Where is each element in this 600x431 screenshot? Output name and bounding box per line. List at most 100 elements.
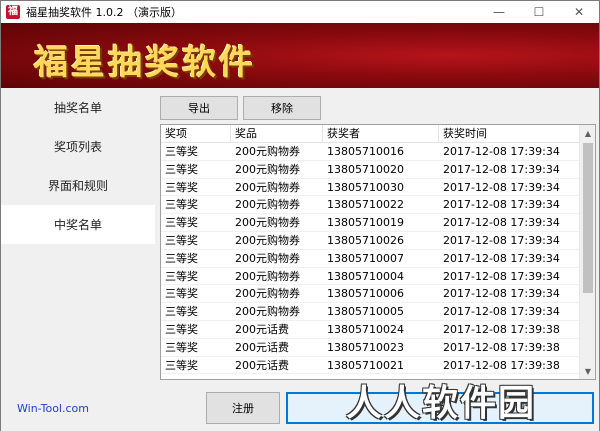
table-cell: 13805710016 (327, 145, 404, 158)
sidebar-item-label: 界面和规则 (47, 179, 108, 193)
sidebar-item-prize-list[interactable]: 奖项列表 (1, 127, 155, 166)
watermark: 人人软件园 (346, 383, 537, 424)
table-row[interactable]: 三等奖 200元购物券 13805710019 2017-12-08 17:39:34 (161, 214, 581, 232)
table-row[interactable]: 三等奖 200元购物券 13805710005 2017-12-08 17:39:34 (161, 303, 581, 321)
window-title: 福星抽奖软件 1.0.2 （演示版） (26, 6, 182, 19)
brand-link[interactable]: Win-Tool.com (17, 402, 89, 415)
table-cell: 13805710022 (327, 198, 404, 212)
table-cell: 三等奖 (165, 322, 198, 336)
table-cell: 2017-12-08 17:39:34 (443, 198, 560, 212)
table-cell: 三等奖 (165, 198, 198, 212)
sidebar-item-label: 奖项列表 (53, 140, 102, 154)
table-row[interactable]: 三等奖 200元购物券 13805710006 2017-12-08 17:39:34 (161, 285, 581, 304)
register-button[interactable]: 注册 (206, 392, 280, 424)
table-cell: 三等奖 (165, 287, 198, 301)
table-cell: 200元购物券 (235, 233, 300, 247)
winners-table[interactable]: 奖项 奖品 获奖者 获奖时间 三等奖 200元购物券 13805710016 2017… (160, 124, 596, 380)
sidebar: 抽奖名单 奖项列表 界面和规则 中奖名单 (1, 88, 155, 385)
table-cell: 200元购物券 (235, 251, 300, 265)
column-header-winner[interactable]: 获奖者 (323, 125, 439, 143)
table-cell: 三等奖 (165, 269, 198, 283)
app-icon: 福 (6, 5, 20, 19)
table-row[interactable]: 三等奖 200元购物券 13805710030 2017-12-08 17:39:34 (161, 179, 581, 197)
banner-title: 福星抽奖软件 (34, 43, 256, 83)
scroll-up-icon[interactable]: ▲ (580, 125, 595, 141)
table-cell: 2017-12-08 17:39:34 (443, 216, 560, 230)
title-bar[interactable]: 福 福星抽奖软件 1.0.2 （演示版） — ☐ ✕ (1, 1, 599, 23)
sidebar-item-label: 抽奖名单 (53, 101, 102, 115)
table-cell: 200元购物券 (235, 145, 300, 158)
table-header: 奖项 奖品 获奖者 获奖时间 (161, 125, 581, 143)
table-cell: 三等奖 (165, 233, 198, 247)
scroll-down-icon[interactable]: ▼ (580, 363, 595, 379)
table-cell: 2017-12-08 17:39:34 (443, 180, 560, 194)
table-cell: 13805710019 (327, 216, 404, 230)
scroll-thumb[interactable] (583, 143, 593, 293)
table-cell: 三等奖 (165, 251, 198, 265)
banner: 福星抽奖软件 (1, 23, 599, 88)
table-body: 三等奖 200元购物券 13805710016 2017-12-08 17:39:34… (161, 143, 581, 375)
table-row[interactable]: 三等奖 200元话费 13805710024 2017-12-08 17:39:38 (161, 321, 581, 339)
table-cell: 200元话费 (235, 322, 289, 336)
table-cell: 13805710005 (327, 305, 404, 319)
table-row[interactable]: 三等奖 200元购物券 13805710020 2017-12-08 17:39:34 (161, 161, 581, 179)
table-cell: 13805710006 (327, 287, 404, 301)
table-cell: 13805710007 (327, 251, 404, 265)
table-cell: 13805710020 (327, 162, 404, 176)
table-cell: 13805710030 (327, 180, 404, 194)
table-cell: 200元购物券 (235, 269, 300, 283)
sidebar-item-winners[interactable]: 中奖名单 (1, 205, 155, 244)
column-header-win-time[interactable]: 获奖时间 (439, 125, 581, 143)
sidebar-item-label: 中奖名单 (53, 218, 102, 232)
table-row[interactable]: 三等奖 200元购物券 13805710022 2017-12-08 17:39:34 (161, 196, 581, 215)
close-icon[interactable]: ✕ (559, 1, 599, 23)
table-row[interactable]: 三等奖 200元购物券 13805710026 2017-12-08 17:39:34 (161, 232, 581, 250)
column-header-prize-level[interactable]: 奖项 (161, 125, 231, 143)
table-cell: 三等奖 (165, 162, 198, 176)
table-cell: 三等奖 (165, 305, 198, 319)
table-row[interactable]: 三等奖 200元购物券 13805710007 2017-12-08 17:39:34 (161, 250, 581, 268)
remove-button[interactable]: 移除 (243, 96, 321, 120)
table-cell: 13805710004 (327, 269, 404, 283)
table-cell: 200元购物券 (235, 198, 300, 212)
table-cell: 三等奖 (165, 180, 198, 194)
table-cell: 2017-12-08 17:39:38 (443, 340, 560, 354)
table-row[interactable]: 三等奖 200元购物券 13805710004 2017-12-08 17:39:34 (161, 268, 581, 286)
table-cell: 200元话费 (235, 358, 289, 372)
export-button[interactable]: 导出 (160, 96, 238, 120)
table-cell: 13805710021 (327, 358, 404, 372)
sidebar-item-ui-rules[interactable]: 界面和规则 (1, 166, 155, 205)
table-cell: 三等奖 (165, 358, 198, 372)
table-cell: 200元购物券 (235, 305, 300, 319)
table-cell: 13805710024 (327, 322, 404, 336)
window-controls: — ☐ ✕ (479, 1, 599, 23)
table-cell: 2017-12-08 17:39:34 (443, 251, 560, 265)
table-cell: 2017-12-08 17:39:34 (443, 162, 560, 176)
table-cell: 2017-12-08 17:39:34 (443, 305, 560, 319)
column-header-prize[interactable]: 奖品 (231, 125, 323, 143)
minimize-icon[interactable]: — (479, 1, 519, 23)
app-window: 福 福星抽奖软件 1.0.2 （演示版） — ☐ ✕ 福星抽奖软件 抽奖名单 奖… (0, 0, 600, 431)
table-cell: 2017-12-08 17:39:34 (443, 233, 560, 247)
table-row[interactable]: 三等奖 200元话费 13805710023 2017-12-08 17:39:38 (161, 339, 581, 357)
table-cell: 三等奖 (165, 340, 198, 354)
table-cell: 200元购物券 (235, 287, 300, 301)
table-row[interactable]: 三等奖 200元话费 13805710021 2017-12-08 17:39:38 (161, 357, 581, 375)
table-cell: 200元购物券 (235, 162, 300, 176)
table-cell: 2017-12-08 17:39:38 (443, 322, 560, 336)
table-cell: 2017-12-08 17:39:34 (443, 269, 560, 283)
maximize-icon[interactable]: ☐ (519, 1, 559, 23)
table-cell: 13805710023 (327, 340, 404, 354)
table-cell: 200元话费 (235, 340, 289, 354)
main-panel: 导出 移除 奖项 奖品 获奖者 获奖时间 三等奖 200元购物券 138057100… (155, 88, 599, 385)
table-cell: 2017-12-08 17:39:38 (443, 358, 560, 372)
table-cell: 200元购物券 (235, 180, 300, 194)
table-row[interactable]: 三等奖 200元购物券 13805710016 2017-12-08 17:39:34 (161, 143, 581, 161)
sidebar-item-draw-list[interactable]: 抽奖名单 (1, 88, 155, 127)
table-cell: 2017-12-08 17:39:34 (443, 287, 560, 301)
table-cell: 三等奖 (165, 145, 198, 158)
table-cell: 200元购物券 (235, 216, 300, 230)
table-cell: 三等奖 (165, 216, 198, 230)
vertical-scrollbar[interactable]: ▲ ▼ (579, 125, 595, 379)
table-cell: 13805710026 (327, 233, 404, 247)
